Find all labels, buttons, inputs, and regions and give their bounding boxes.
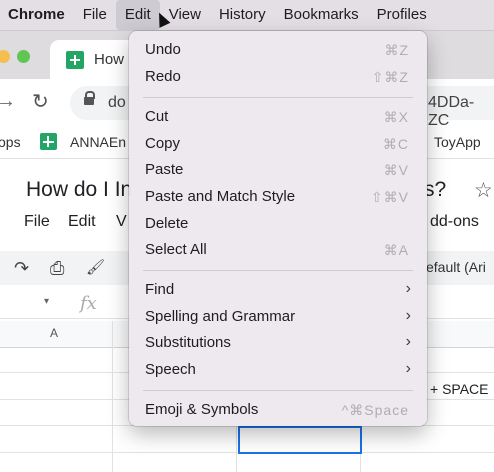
- menu-item-find[interactable]: Find ›: [129, 278, 427, 302]
- lock-icon[interactable]: [84, 91, 95, 105]
- menu-item-label: Select All: [145, 241, 207, 258]
- menu-view[interactable]: View: [160, 0, 210, 30]
- menu-profiles[interactable]: Profiles: [368, 0, 436, 30]
- menu-file[interactable]: File: [74, 0, 116, 30]
- selected-cell[interactable]: [238, 426, 362, 454]
- menu-item-label: Redo: [145, 68, 181, 85]
- menu-item-shortcut: ⌘V: [383, 162, 409, 178]
- fx-icon: fx: [80, 293, 97, 314]
- menu-item-label: Speech: [145, 361, 196, 378]
- zoom-window-button[interactable]: [17, 50, 30, 63]
- redo-icon[interactable]: ↷: [14, 258, 29, 279]
- menu-item-substitutions[interactable]: Substitutions ›: [129, 331, 427, 355]
- macos-menu-bar: Chrome File Edit View History Bookmarks …: [0, 0, 494, 31]
- menu-item-select-all[interactable]: Select All ⌘A: [129, 238, 427, 262]
- menu-item-shortcut: ⇧⌘V: [370, 189, 409, 205]
- chevron-right-icon: ›: [405, 360, 411, 377]
- reload-icon[interactable]: ↻: [32, 89, 49, 114]
- menu-item-paste-match-style[interactable]: Paste and Match Style ⇧⌘V: [129, 185, 427, 209]
- menu-item-shortcut: ⌘C: [382, 136, 409, 152]
- menu-item-shortcut: ⌘Z: [384, 42, 409, 58]
- menu-item-label: Paste: [145, 161, 184, 178]
- menu-separator: [143, 270, 413, 271]
- document-title-tail: s?: [424, 178, 447, 201]
- menu-item-spelling-grammar[interactable]: Spelling and Grammar ›: [129, 305, 427, 329]
- sheets-menu-edit[interactable]: Edit: [68, 213, 96, 231]
- menu-item-delete[interactable]: Delete: [129, 212, 427, 236]
- menu-item-redo[interactable]: Redo ⇧⌘Z: [129, 65, 427, 89]
- print-icon[interactable]: ⎙: [50, 258, 64, 279]
- font-selector[interactable]: efault (Ari: [426, 259, 486, 275]
- cell-value[interactable]: + SPACE: [430, 381, 489, 397]
- edit-dropdown-menu: Undo ⌘Z Redo ⇧⌘Z Cut ⌘X Copy ⌘C Paste ⌘V…: [129, 31, 427, 426]
- menu-separator: [143, 390, 413, 391]
- paint-format-icon[interactable]: 🖌: [86, 258, 105, 276]
- bookmark-toyapp[interactable]: ToyApp: [434, 134, 481, 150]
- menu-item-cut[interactable]: Cut ⌘X: [129, 105, 427, 129]
- menu-item-label: Paste and Match Style: [145, 188, 296, 205]
- menu-item-shortcut: ⇧⌘Z: [371, 69, 409, 85]
- forward-arrow-icon[interactable]: →: [0, 90, 16, 113]
- menu-item-label: Copy: [145, 135, 181, 152]
- chevron-right-icon: ›: [405, 333, 411, 350]
- sheets-bookmark-icon: [40, 133, 57, 150]
- menu-item-label: Substitutions: [145, 334, 231, 351]
- sheets-favicon-icon: [66, 51, 84, 69]
- menu-item-label: Undo: [145, 41, 181, 58]
- bookmark-annaen[interactable]: ANNAEn: [70, 134, 126, 150]
- menu-item-shortcut: ⌘A: [383, 242, 409, 258]
- menu-item-label: Cut: [145, 108, 169, 125]
- menu-item-label: Delete: [145, 215, 189, 232]
- menu-item-label: Spelling and Grammar: [145, 308, 296, 325]
- menu-item-label: Find: [145, 281, 175, 298]
- menu-history[interactable]: History: [210, 0, 275, 30]
- sheets-menu-addons[interactable]: dd-ons: [430, 213, 479, 231]
- tab-title: How: [94, 51, 125, 68]
- star-icon[interactable]: ☆: [474, 178, 493, 203]
- chevron-right-icon: ›: [405, 307, 411, 324]
- menu-item-paste[interactable]: Paste ⌘V: [129, 158, 427, 182]
- bookmark-apps[interactable]: ops: [0, 134, 21, 150]
- menu-item-undo[interactable]: Undo ⌘Z: [129, 38, 427, 62]
- menu-chrome[interactable]: Chrome: [0, 0, 74, 30]
- column-header-a[interactable]: A: [50, 326, 58, 340]
- menu-item-shortcut: ⌘X: [383, 109, 409, 125]
- menu-item-label: Emoji & Symbols: [145, 401, 259, 418]
- menu-item-shortcut: ^⌘Space: [341, 402, 409, 418]
- sheets-menu-file[interactable]: File: [24, 213, 50, 231]
- document-title[interactable]: How do I In: [26, 178, 132, 202]
- name-box-dropdown-icon[interactable]: ▾: [44, 296, 49, 307]
- menu-bookmarks[interactable]: Bookmarks: [275, 0, 368, 30]
- address-bar-url-tail: 4DDa-ZC: [428, 94, 475, 129]
- address-bar-url: do: [108, 94, 126, 111]
- menu-item-copy[interactable]: Copy ⌘C: [129, 132, 427, 156]
- chevron-right-icon: ›: [405, 280, 411, 297]
- menu-item-speech[interactable]: Speech ›: [129, 358, 427, 382]
- sheets-menu-view[interactable]: V: [116, 213, 127, 231]
- grid-column-line: [112, 321, 113, 472]
- menu-separator: [143, 97, 413, 98]
- menu-item-emoji-symbols[interactable]: Emoji & Symbols ^⌘Space: [129, 398, 427, 422]
